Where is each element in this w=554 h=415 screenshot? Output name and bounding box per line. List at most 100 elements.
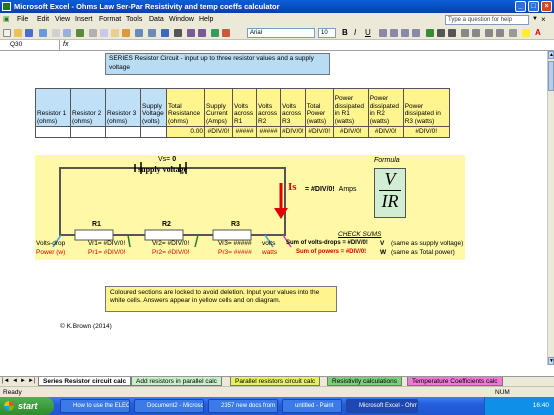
increase-decimal-icon[interactable] — [461, 29, 469, 37]
drawing-icon[interactable] — [222, 29, 230, 37]
system-tray: 16:40 — [484, 397, 554, 415]
scroll-thumb[interactable] — [548, 61, 554, 91]
task-new-docs[interactable]: 2357 new docs from ... — [208, 399, 278, 413]
maximize-button[interactable]: □ — [528, 1, 539, 12]
r1-label: R1 — [92, 221, 101, 228]
tab-add-parallel[interactable]: Add resistors in parallel calc — [131, 377, 222, 386]
worksheet[interactable]: SERIES Resistor Circuit - input up to th… — [0, 51, 547, 365]
increase-indent-icon[interactable] — [496, 29, 504, 37]
vertical-scrollbar[interactable]: ▲ ▼ — [547, 51, 554, 365]
supply-voltage-label: supply voltage — [138, 165, 188, 174]
redo-icon[interactable] — [148, 29, 156, 37]
task-excel[interactable]: Microsoft Excel - Ohm... — [346, 399, 418, 413]
print-preview-icon[interactable] — [63, 29, 71, 37]
merge-center-icon[interactable] — [412, 29, 420, 37]
result-volts-r3: #DIV/0! — [280, 126, 306, 138]
currency-icon[interactable] — [426, 29, 434, 37]
tab-resistivity[interactable]: Resistivity calculations — [327, 377, 403, 386]
tab-scroll-next-icon[interactable]: ► — [20, 378, 26, 384]
underline-icon[interactable]: U — [365, 29, 373, 37]
menu-window[interactable]: Window — [169, 13, 194, 26]
task-paint[interactable]: untitled - Paint — [282, 399, 342, 413]
workbook-icon[interactable]: ▣ — [3, 13, 10, 26]
tab-scroll-last-icon[interactable]: ►| — [28, 378, 36, 384]
close-button[interactable]: × — [541, 1, 552, 12]
italic-icon[interactable]: I — [354, 29, 362, 37]
help-dropdown-icon[interactable]: ▼ — [532, 13, 538, 26]
font-size-select[interactable]: 10 — [318, 28, 336, 38]
spelling-icon[interactable] — [76, 29, 84, 37]
decrease-indent-icon[interactable] — [485, 29, 493, 37]
volts-drop-label: Volts-drop — [36, 240, 66, 247]
autosum-icon[interactable] — [174, 29, 182, 37]
task-document2[interactable]: Document2 - Microsof... — [134, 399, 204, 413]
menu-tools[interactable]: Tools — [126, 13, 142, 26]
name-box[interactable]: Q30 — [0, 40, 60, 50]
tab-scroll-prev-icon[interactable]: ◄ — [12, 378, 18, 384]
permission-icon[interactable] — [39, 29, 47, 37]
comma-style-icon[interactable] — [448, 29, 456, 37]
percent-icon[interactable] — [437, 29, 445, 37]
scroll-down-icon[interactable]: ▼ — [548, 357, 554, 365]
tab-scroll-first-icon[interactable]: |◄ — [2, 378, 10, 384]
input-resistor-2[interactable] — [70, 126, 106, 138]
menu-view[interactable]: View — [55, 13, 70, 26]
clock: 16:40 — [532, 402, 549, 409]
input-resistor-3[interactable] — [105, 126, 141, 138]
formula-denominator: IR — [381, 191, 399, 211]
function-icon[interactable]: fx — [63, 41, 68, 48]
align-left-icon[interactable] — [379, 29, 387, 37]
bold-icon[interactable]: B — [342, 29, 350, 37]
check-volts-sum: Sum of volts-drops = #DIV/0! — [286, 240, 368, 246]
font-color-icon[interactable]: A — [535, 29, 543, 37]
font-name-select[interactable]: Arial — [247, 28, 315, 38]
result-total-power: #DIV/0! — [304, 126, 334, 138]
menu-edit[interactable]: Edit — [37, 13, 49, 26]
result-volts-r1: ##### — [232, 126, 257, 138]
tab-series-resistor[interactable]: Series Resistor circuit calc — [38, 377, 132, 386]
borders-icon[interactable] — [509, 29, 517, 37]
close-workbook-icon[interactable]: × — [541, 13, 546, 26]
align-center-icon[interactable] — [390, 29, 398, 37]
input-supply-voltage[interactable] — [140, 126, 167, 138]
menu-data[interactable]: Data — [149, 13, 164, 26]
sort-ascending-icon[interactable] — [187, 29, 195, 37]
print-icon[interactable] — [52, 29, 60, 37]
task-elec-doc[interactable]: How to use the ELEC... — [60, 399, 130, 413]
r3-label: R3 — [231, 221, 240, 228]
menu-format[interactable]: Format — [99, 13, 121, 26]
pr1-readout: Pr1= #DIV/0! — [88, 249, 126, 256]
minimize-button[interactable]: _ — [515, 1, 526, 12]
header-resistor-2: Resistor 2 (ohms) — [70, 88, 106, 127]
align-right-icon[interactable] — [401, 29, 409, 37]
input-resistor-1[interactable] — [35, 126, 71, 138]
fill-color-icon[interactable] — [522, 29, 530, 37]
undo-icon[interactable] — [135, 29, 143, 37]
results-table: Resistor 1 (ohms) Resistor 2 (ohms) Resi… — [35, 88, 450, 138]
tab-parallel-circuit[interactable]: Parallel resistors circuit calc — [230, 377, 321, 386]
help-question-input[interactable]: Type a question for help — [445, 15, 529, 25]
scroll-up-icon[interactable]: ▲ — [548, 51, 554, 59]
new-icon[interactable] — [3, 29, 11, 37]
chart-wizard-icon[interactable] — [211, 29, 219, 37]
copy-icon[interactable] — [100, 29, 108, 37]
start-button[interactable]: start — [0, 397, 54, 415]
tab-temp-coeff[interactable]: Temperature Coefficients calc — [407, 377, 503, 386]
open-icon[interactable] — [14, 29, 22, 37]
sort-descending-icon[interactable] — [198, 29, 206, 37]
hyperlink-icon[interactable] — [161, 29, 169, 37]
menu-file[interactable]: File — [17, 13, 28, 26]
taskbar: start How to use the ELEC... Document2 -… — [0, 397, 554, 415]
check-volts-unit: V — [380, 240, 385, 247]
is-label: Is — [288, 181, 297, 193]
decrease-decimal-icon[interactable] — [472, 29, 480, 37]
series-circuit-title-note: SERIES Resistor Circuit - input up to th… — [105, 53, 330, 75]
locked-cells-note: Coloured sections are locked to avoid de… — [105, 286, 337, 312]
paste-icon[interactable] — [111, 29, 119, 37]
cut-icon[interactable] — [89, 29, 97, 37]
menu-help[interactable]: Help — [199, 13, 213, 26]
save-icon[interactable] — [25, 29, 33, 37]
format-painter-icon[interactable] — [122, 29, 130, 37]
menu-insert[interactable]: Insert — [75, 13, 93, 26]
windows-logo-icon — [4, 401, 14, 411]
